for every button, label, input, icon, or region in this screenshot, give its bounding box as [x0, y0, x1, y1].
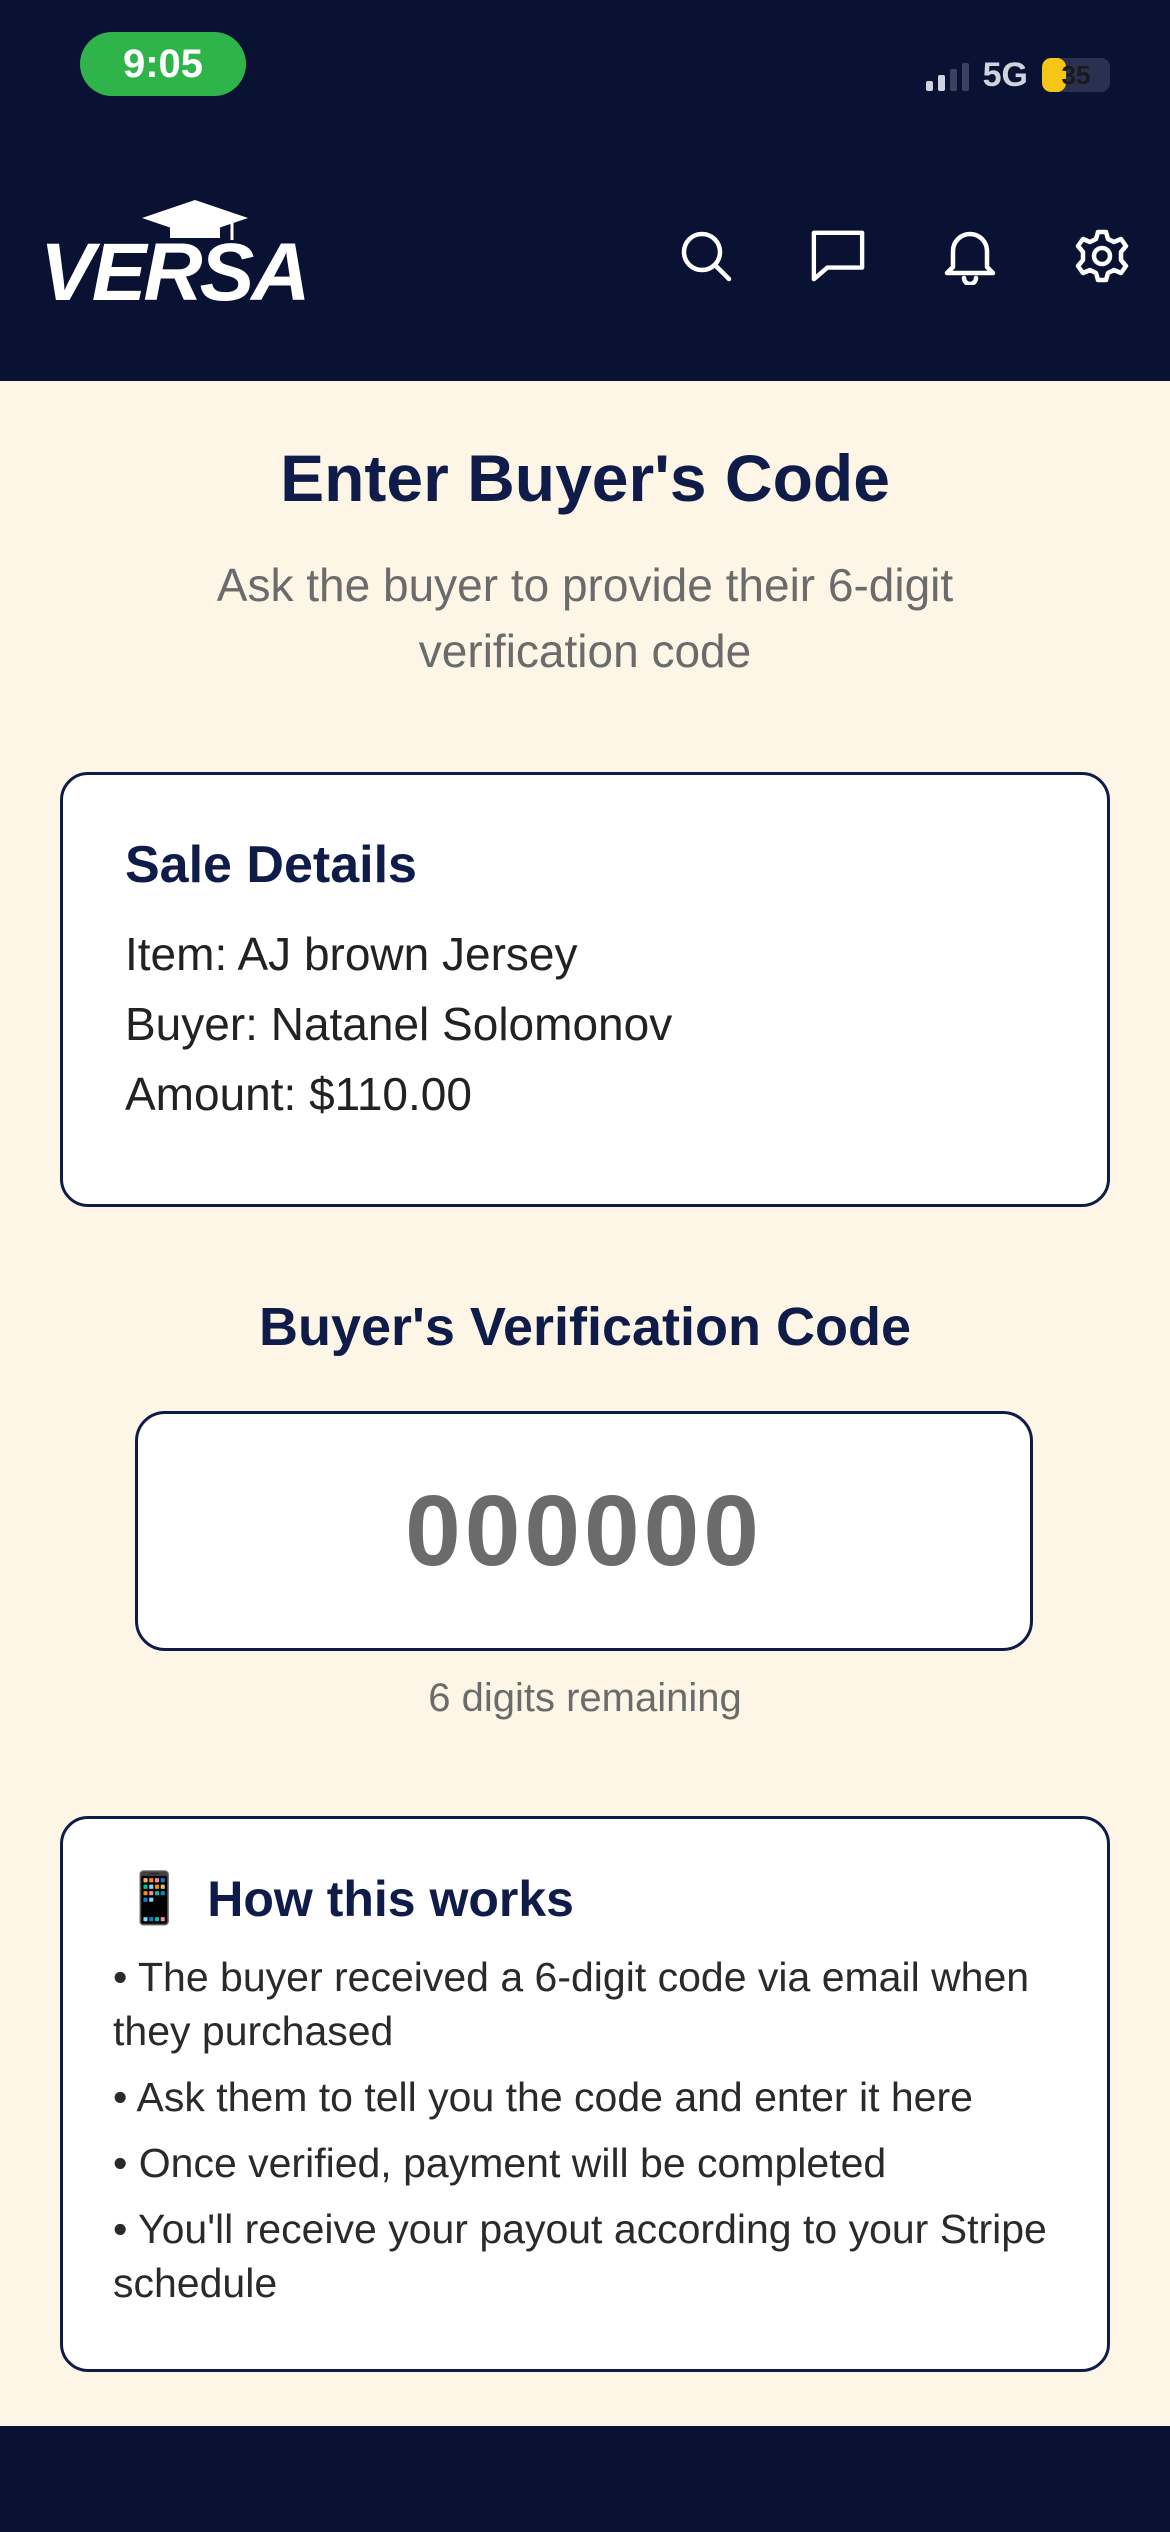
versa-logo[interactable]: VERSA	[40, 198, 311, 314]
page-subtitle: Ask the buyer to provide their 6-digit v…	[216, 559, 954, 677]
chat-icon[interactable]	[810, 228, 866, 284]
sale-buyer: Buyer: Natanel Solomonov	[125, 998, 673, 1050]
phone-icon: 📱	[123, 1870, 186, 1926]
sale-details-title: Sale Details	[125, 836, 417, 894]
bell-icon[interactable]	[942, 228, 998, 285]
network-type: 5G	[982, 55, 1028, 94]
list-item: • Ask them to tell you the code and ente…	[113, 2074, 973, 2120]
header-actions	[678, 228, 1130, 285]
battery-level: 35	[1061, 59, 1091, 90]
top-header: 9:05 5G 35 VERSA	[0, 0, 1170, 381]
how-this-works-header: 📱 How this works	[123, 1869, 1107, 1928]
settings-icon[interactable]	[1074, 228, 1130, 284]
page-title: Enter Buyer's Code	[280, 441, 890, 515]
sale-details-card: Sale Details Item: AJ brown Jersey Buyer…	[60, 772, 1110, 1207]
bottom-bar	[0, 2426, 1170, 2532]
search-icon[interactable]	[678, 228, 734, 284]
sale-amount: Amount: $110.00	[125, 1068, 472, 1120]
list-item: • Once verified, payment will be complet…	[113, 2140, 887, 2186]
signal-icon	[925, 59, 969, 91]
how-this-works-card: 📱 How this works • The buyer received a …	[60, 1816, 1110, 2372]
digits-remaining-hint: 6 digits remaining	[428, 1676, 742, 1720]
status-indicators: 5G 35	[925, 50, 1110, 100]
logo-text: VERSA	[40, 227, 311, 318]
list-item: • You'll receive your payout according t…	[113, 2206, 1047, 2306]
status-time: 9:05	[80, 32, 246, 96]
sale-item: Item: AJ brown Jersey	[125, 928, 578, 980]
list-item: • The buyer received a 6-digit code via …	[113, 1954, 1030, 2054]
verification-code-label: Buyer's Verification Code	[258, 1297, 912, 1357]
battery-icon: 35	[1042, 58, 1110, 92]
verification-code-input[interactable]: 000000	[135, 1411, 1033, 1651]
how-this-works-title: How this works	[207, 1870, 574, 1927]
